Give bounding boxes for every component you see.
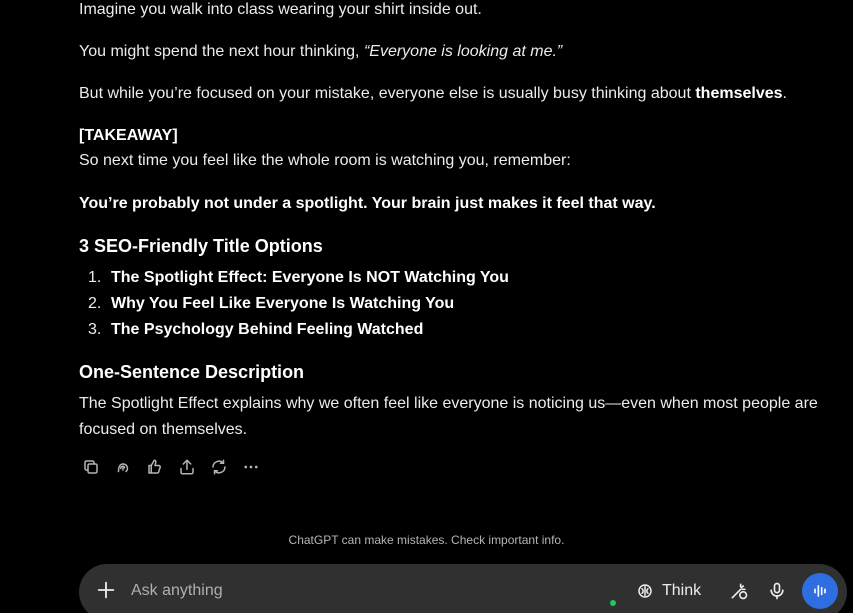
description-text: The Spotlight Effect explains why we oft…: [79, 395, 818, 438]
feedback-icon: [148, 459, 161, 474]
add-attachment-button[interactable]: [95, 579, 117, 601]
message-actions: [79, 455, 263, 479]
title-option-number: 3.: [88, 321, 102, 338]
more-button[interactable]: [239, 455, 263, 479]
share-icon: [180, 459, 194, 475]
voice-mode-button[interactable]: [802, 573, 838, 609]
read-aloud-button[interactable]: [111, 455, 135, 479]
titles-heading: 3 SEO-Friendly Title Options: [79, 236, 323, 256]
paragraph-thinking-quote: “Everyone is looking at me.”: [363, 43, 563, 60]
title-option-2: 2. Why You Feel Like Everyone Is Watching…: [88, 291, 454, 317]
dictate-button[interactable]: [765, 579, 789, 603]
title-option-text: The Spotlight Effect: Everyone Is NOT Wa…: [111, 269, 509, 286]
title-option-text: The Psychology Behind Feeling Watched: [111, 321, 424, 338]
paragraph-focus-bold: themselves: [695, 85, 783, 102]
ask-input[interactable]: [131, 578, 571, 604]
magic-wand-icon: [731, 583, 748, 600]
disclaimer-text: ChatGPT can make mistakes. Check importa…: [288, 533, 565, 547]
share-button[interactable]: [175, 455, 199, 479]
paragraph-thinking-text: You might spend the next hour thinking,: [79, 43, 364, 60]
title-option-number: 2.: [88, 295, 102, 312]
microphone-icon: [770, 582, 784, 600]
lightbulb-icon: [638, 584, 652, 598]
plus-icon: [97, 581, 115, 599]
regenerate-icon: [212, 459, 226, 475]
think-label: Think: [662, 582, 702, 599]
more-icon: [244, 465, 258, 469]
title-option-number: 1.: [88, 269, 102, 286]
chat-page: Imagine you walk into class wearing your…: [0, 0, 853, 613]
takeaway-label: [TAKEAWAY]: [79, 127, 178, 144]
paragraph-intro: Imagine you walk into class wearing your…: [79, 1, 482, 18]
paragraph-thinking: You might spend the next hour thinking, …: [79, 39, 562, 65]
paragraph-focus-text: But while you’re focused on your mistake…: [79, 85, 696, 102]
description-heading: One-Sentence Description: [79, 362, 305, 382]
tools-button[interactable]: [727, 579, 751, 603]
speaker-icon: [117, 463, 129, 473]
waveform-icon: [814, 585, 826, 597]
takeaway-bold: You’re probably not under a spotlight. Y…: [79, 195, 656, 212]
title-option-3: 3. The Psychology Behind Feeling Watched: [88, 317, 423, 343]
copy-icon: [84, 460, 98, 474]
copy-button[interactable]: [79, 455, 103, 479]
composer: Think: [79, 564, 847, 613]
feedback-button[interactable]: [143, 455, 167, 479]
paragraph-focus: But while you’re focused on your mistake…: [79, 81, 787, 107]
takeaway-text: So next time you feel like the whole roo…: [79, 152, 571, 169]
title-option-text: Why You Feel Like Everyone Is Watching Y…: [111, 295, 455, 312]
regenerate-button[interactable]: [207, 455, 231, 479]
think-button[interactable]: Think: [636, 578, 701, 604]
status-dot: [610, 600, 616, 606]
title-option-1: 1. The Spotlight Effect: Everyone Is NOT …: [88, 265, 509, 291]
paragraph-focus-end: .: [782, 85, 787, 102]
